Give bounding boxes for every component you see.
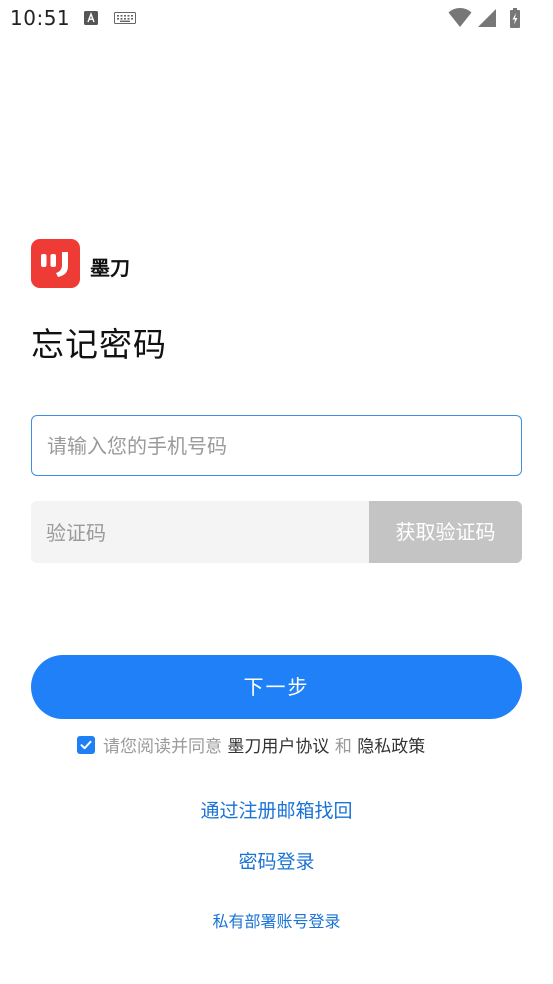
agreement-checkbox[interactable] bbox=[77, 736, 95, 754]
email-recovery-link[interactable]: 通过注册邮箱找回 bbox=[0, 796, 553, 823]
phone-field[interactable] bbox=[31, 415, 522, 476]
forgot-password-screen: 10:51 墨刀 忘记密码 请输入您的手机号码 验证码 获取验证码 下一步 请您… bbox=[0, 0, 553, 984]
privacy-policy-link[interactable]: 隐私政策 bbox=[357, 737, 425, 757]
logo-mark bbox=[41, 252, 68, 277]
phone-input[interactable] bbox=[45, 416, 509, 476]
battery-icon bbox=[510, 8, 520, 28]
modao-logo-icon bbox=[31, 239, 80, 288]
wifi-icon bbox=[448, 8, 472, 27]
password-login-label[interactable]: 密码登录 bbox=[238, 851, 314, 873]
get-code-button[interactable]: 获取验证码 bbox=[369, 501, 522, 563]
app-name: 墨刀 bbox=[90, 256, 130, 280]
status-bar: 10:51 bbox=[0, 0, 553, 38]
check-icon bbox=[80, 740, 92, 750]
agreement-row: 请您阅读并同意 墨刀用户协议 和 隐私政策 bbox=[77, 735, 425, 759]
text-a-icon bbox=[84, 11, 98, 25]
status-time: 10:51 bbox=[10, 6, 71, 30]
signal-icon bbox=[478, 9, 496, 27]
private-deploy-login-label[interactable]: 私有部署账号登录 bbox=[212, 912, 340, 931]
next-button[interactable]: 下一步 bbox=[31, 655, 522, 719]
page-title: 忘记密码 bbox=[31, 325, 167, 364]
user-agreement-link[interactable]: 墨刀用户协议 bbox=[227, 737, 329, 757]
agreement-prefix: 请您阅读并同意 bbox=[103, 737, 222, 757]
agreement-and: 和 bbox=[334, 737, 352, 757]
keyboard-icon bbox=[114, 12, 136, 24]
code-input[interactable] bbox=[44, 501, 358, 565]
email-recovery-label[interactable]: 通过注册邮箱找回 bbox=[200, 800, 352, 822]
private-deploy-login-link[interactable]: 私有部署账号登录 bbox=[0, 908, 553, 932]
password-login-link[interactable]: 密码登录 bbox=[0, 847, 553, 874]
code-field[interactable] bbox=[31, 501, 369, 565]
